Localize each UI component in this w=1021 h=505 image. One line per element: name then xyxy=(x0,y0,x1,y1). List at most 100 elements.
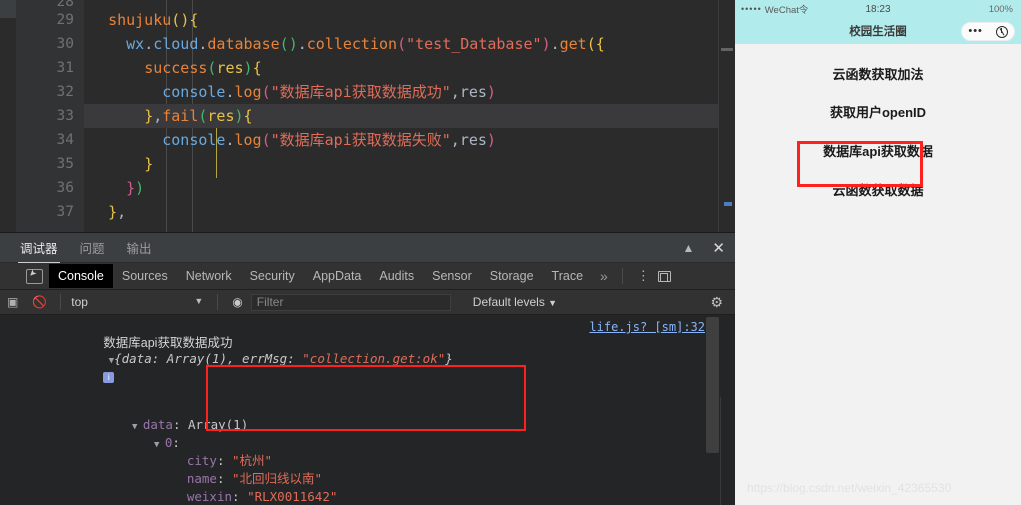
collapse-arrow-icon[interactable]: ▼ xyxy=(154,440,165,450)
dock-panel-icon[interactable] xyxy=(657,270,671,282)
code-line[interactable]: }) xyxy=(84,176,735,200)
menu-item-0[interactable]: 云函数获取加法 xyxy=(735,56,1021,94)
console-message-row[interactable]: 数据库api获取数据成功 ▼{data: Array(1), errMsg: "… xyxy=(0,315,735,417)
code-line[interactable]: },fail(res){ xyxy=(84,104,735,128)
code-line[interactable]: success(res){ xyxy=(84,56,735,80)
devtools-panel: 调试器 问题 输出 ▲ ✕ ConsoleSourcesNetworkSecur… xyxy=(0,232,735,505)
devtools-tab-appdata[interactable]: AppData xyxy=(304,264,371,288)
log-levels-select[interactable]: Default levels ▼ xyxy=(473,295,557,309)
line-number: 34 xyxy=(56,132,74,148)
code-token: { xyxy=(189,11,199,29)
devtools-tab-audits[interactable]: Audits xyxy=(370,264,423,288)
code-token: . xyxy=(550,35,560,53)
code-token: , xyxy=(450,83,460,101)
console-output[interactable]: 数据库api获取数据成功 ▼{data: Array(1), errMsg: "… xyxy=(0,315,735,505)
code-editor[interactable]: 28 29 30 31 32 33 34 35 36 37 shujuku(){ wx.cloud… xyxy=(16,0,735,232)
page-title: 校园生活圈 xyxy=(849,26,907,38)
console-tree-separator: : xyxy=(172,435,180,450)
devtools-panel-tabbar: 调试器 问题 输出 ▲ ✕ xyxy=(0,232,735,264)
code-token: res xyxy=(207,107,235,125)
console-scrollbar-thumb[interactable] xyxy=(706,317,719,453)
battery-label: 100% xyxy=(988,3,1013,15)
devtools-tab-network[interactable]: Network xyxy=(177,264,241,288)
panel-tab-output[interactable]: 输出 xyxy=(125,232,154,264)
execution-context-select[interactable]: top ▼ xyxy=(71,295,211,309)
expand-arrow-icon[interactable]: ▼ xyxy=(103,356,114,366)
editor-scrollbar-thumb[interactable] xyxy=(721,48,733,51)
console-source-link[interactable]: life.js? [sm]:32 xyxy=(589,319,705,335)
filterbar-divider-2 xyxy=(217,294,219,310)
capsule-menu-icon[interactable]: ••• xyxy=(968,26,983,37)
inspect-element-icon[interactable] xyxy=(26,268,43,284)
code-token: . xyxy=(297,35,307,53)
console-scrollbar-track[interactable] xyxy=(720,397,721,505)
devtools-tab-storage[interactable]: Storage xyxy=(481,264,543,288)
panel-tab-problems[interactable]: 问题 xyxy=(78,232,107,264)
code-token: cloud xyxy=(153,35,199,53)
devtools-tab-trace[interactable]: Trace xyxy=(543,264,593,288)
code-token: shujuku xyxy=(108,11,172,29)
gear-icon[interactable]: ⚙ xyxy=(710,294,723,311)
collapse-icon[interactable]: ▲ xyxy=(683,242,695,254)
devtools-tab-security[interactable]: Security xyxy=(241,264,304,288)
wechat-capsule-button[interactable]: ••• xyxy=(961,22,1015,41)
code-line[interactable]: wx.cloud.database().collection("test_Dat… xyxy=(84,32,735,56)
console-object-tree[interactable]: ▼ data: Array(1) ▼ 0: city: "杭州" name: "北… xyxy=(0,417,735,505)
code-token: . xyxy=(225,83,235,101)
code-token: ) xyxy=(243,59,253,77)
editor-annotation-marker xyxy=(724,202,732,206)
console-tree-key: name xyxy=(186,471,217,486)
code-line[interactable]: }, xyxy=(84,200,735,224)
close-icon[interactable]: ✕ xyxy=(712,241,725,256)
kebab-menu-icon[interactable]: ⋮ xyxy=(629,268,658,284)
line-number: 29 xyxy=(56,12,74,28)
devtools-tab-console[interactable]: Console xyxy=(49,264,113,288)
capsule-close-icon[interactable] xyxy=(995,25,1008,38)
more-tabs-icon[interactable]: » xyxy=(592,268,616,284)
code-token: success xyxy=(144,59,208,77)
console-tree-row[interactable]: ▼ 0: xyxy=(0,435,735,453)
code-token: collection xyxy=(306,35,398,53)
code-token: . xyxy=(225,131,235,149)
activity-bar-top-block xyxy=(0,0,16,18)
toolbar-divider xyxy=(621,268,623,284)
watermark-text: https://blog.csdn.net/weixin_42365530 xyxy=(747,481,952,495)
clear-console-icon[interactable]: 🚫 xyxy=(25,295,54,309)
console-filter-input[interactable]: Filter xyxy=(250,293,451,311)
console-tree-row[interactable]: name: "北回归线以南" xyxy=(0,471,735,489)
code-line[interactable] xyxy=(84,0,735,8)
miniprogram-page-body: 云函数获取加法 获取用户openID 数据库api获取数据 云函数获取数据 https… xyxy=(735,44,1021,505)
menu-item-1[interactable]: 获取用户openID xyxy=(735,94,1021,132)
live-expression-icon[interactable]: ◉ xyxy=(224,295,250,309)
phone-nav-bar: 校园生活圈 ••• xyxy=(735,18,1021,44)
activity-bar xyxy=(0,0,16,232)
console-tree-row[interactable]: ▼ data: Array(1) xyxy=(0,417,735,435)
code-line[interactable]: } xyxy=(84,152,735,176)
console-tree-row[interactable]: city: "杭州" xyxy=(0,453,735,471)
console-message-label: 数据库api获取数据成功 xyxy=(103,336,233,350)
code-token: "数据库api获取数据失败" xyxy=(270,131,451,149)
panel-tab-debugger[interactable]: 调试器 xyxy=(18,232,60,264)
devtools-tab-sensor[interactable]: Sensor xyxy=(423,264,481,288)
devtools-tab-sources[interactable]: Sources xyxy=(113,264,177,288)
code-token: ( xyxy=(261,83,271,101)
info-badge-icon[interactable]: i xyxy=(103,372,115,383)
code-content[interactable]: shujuku(){ wx.cloud.database().collectio… xyxy=(84,0,735,232)
code-line[interactable]: console.log("数据库api获取数据失败",res) xyxy=(84,128,735,152)
code-line[interactable]: shujuku(){ xyxy=(84,8,735,32)
code-token: console xyxy=(162,131,226,149)
line-number-gutter: 28 29 30 31 32 33 34 35 36 37 xyxy=(16,0,84,232)
console-tree-separator: : xyxy=(232,489,248,504)
console-tree-row[interactable]: weixin: "RLX0011642" xyxy=(0,489,735,505)
collapse-arrow-icon[interactable]: ▼ xyxy=(132,422,143,432)
code-line[interactable]: console.log("数据库api获取数据成功",res) xyxy=(84,80,735,104)
object-summary-string: "collection.get:ok" xyxy=(302,351,446,366)
console-tree-value: Array(1) xyxy=(188,417,249,432)
code-token: } xyxy=(126,179,136,197)
editor-minimap[interactable] xyxy=(719,0,735,232)
console-sidebar-toggle-icon[interactable]: ▣ xyxy=(0,295,25,309)
signal-icon: ••••• xyxy=(741,4,762,14)
code-token: } xyxy=(108,203,118,221)
